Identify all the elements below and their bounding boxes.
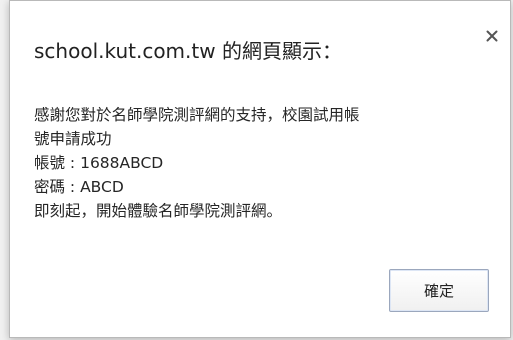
close-button[interactable]: [481, 25, 503, 47]
dialog-message: 感謝您對於名師學院測評網的支持，校園試用帳 號申請成功 帳號 : 1688ABC…: [34, 103, 494, 223]
message-line: 感謝您對於名師學院測評網的支持，校園試用帳: [34, 106, 360, 124]
message-line: 號申請成功: [34, 130, 112, 148]
message-line: 密碼 : ABCD: [34, 178, 124, 196]
message-line: 帳號 : 1688ABCD: [34, 154, 164, 172]
dialog-title: school.kut.com.tw 的網頁顯示：: [34, 39, 342, 63]
alert-dialog: school.kut.com.tw 的網頁顯示： 感謝您對於名師學院測評網的支持…: [9, 0, 511, 338]
ok-button[interactable]: 確定: [389, 269, 489, 312]
close-icon: [486, 30, 498, 42]
message-line: 即刻起，開始體驗名師學院測評網。: [34, 202, 283, 220]
